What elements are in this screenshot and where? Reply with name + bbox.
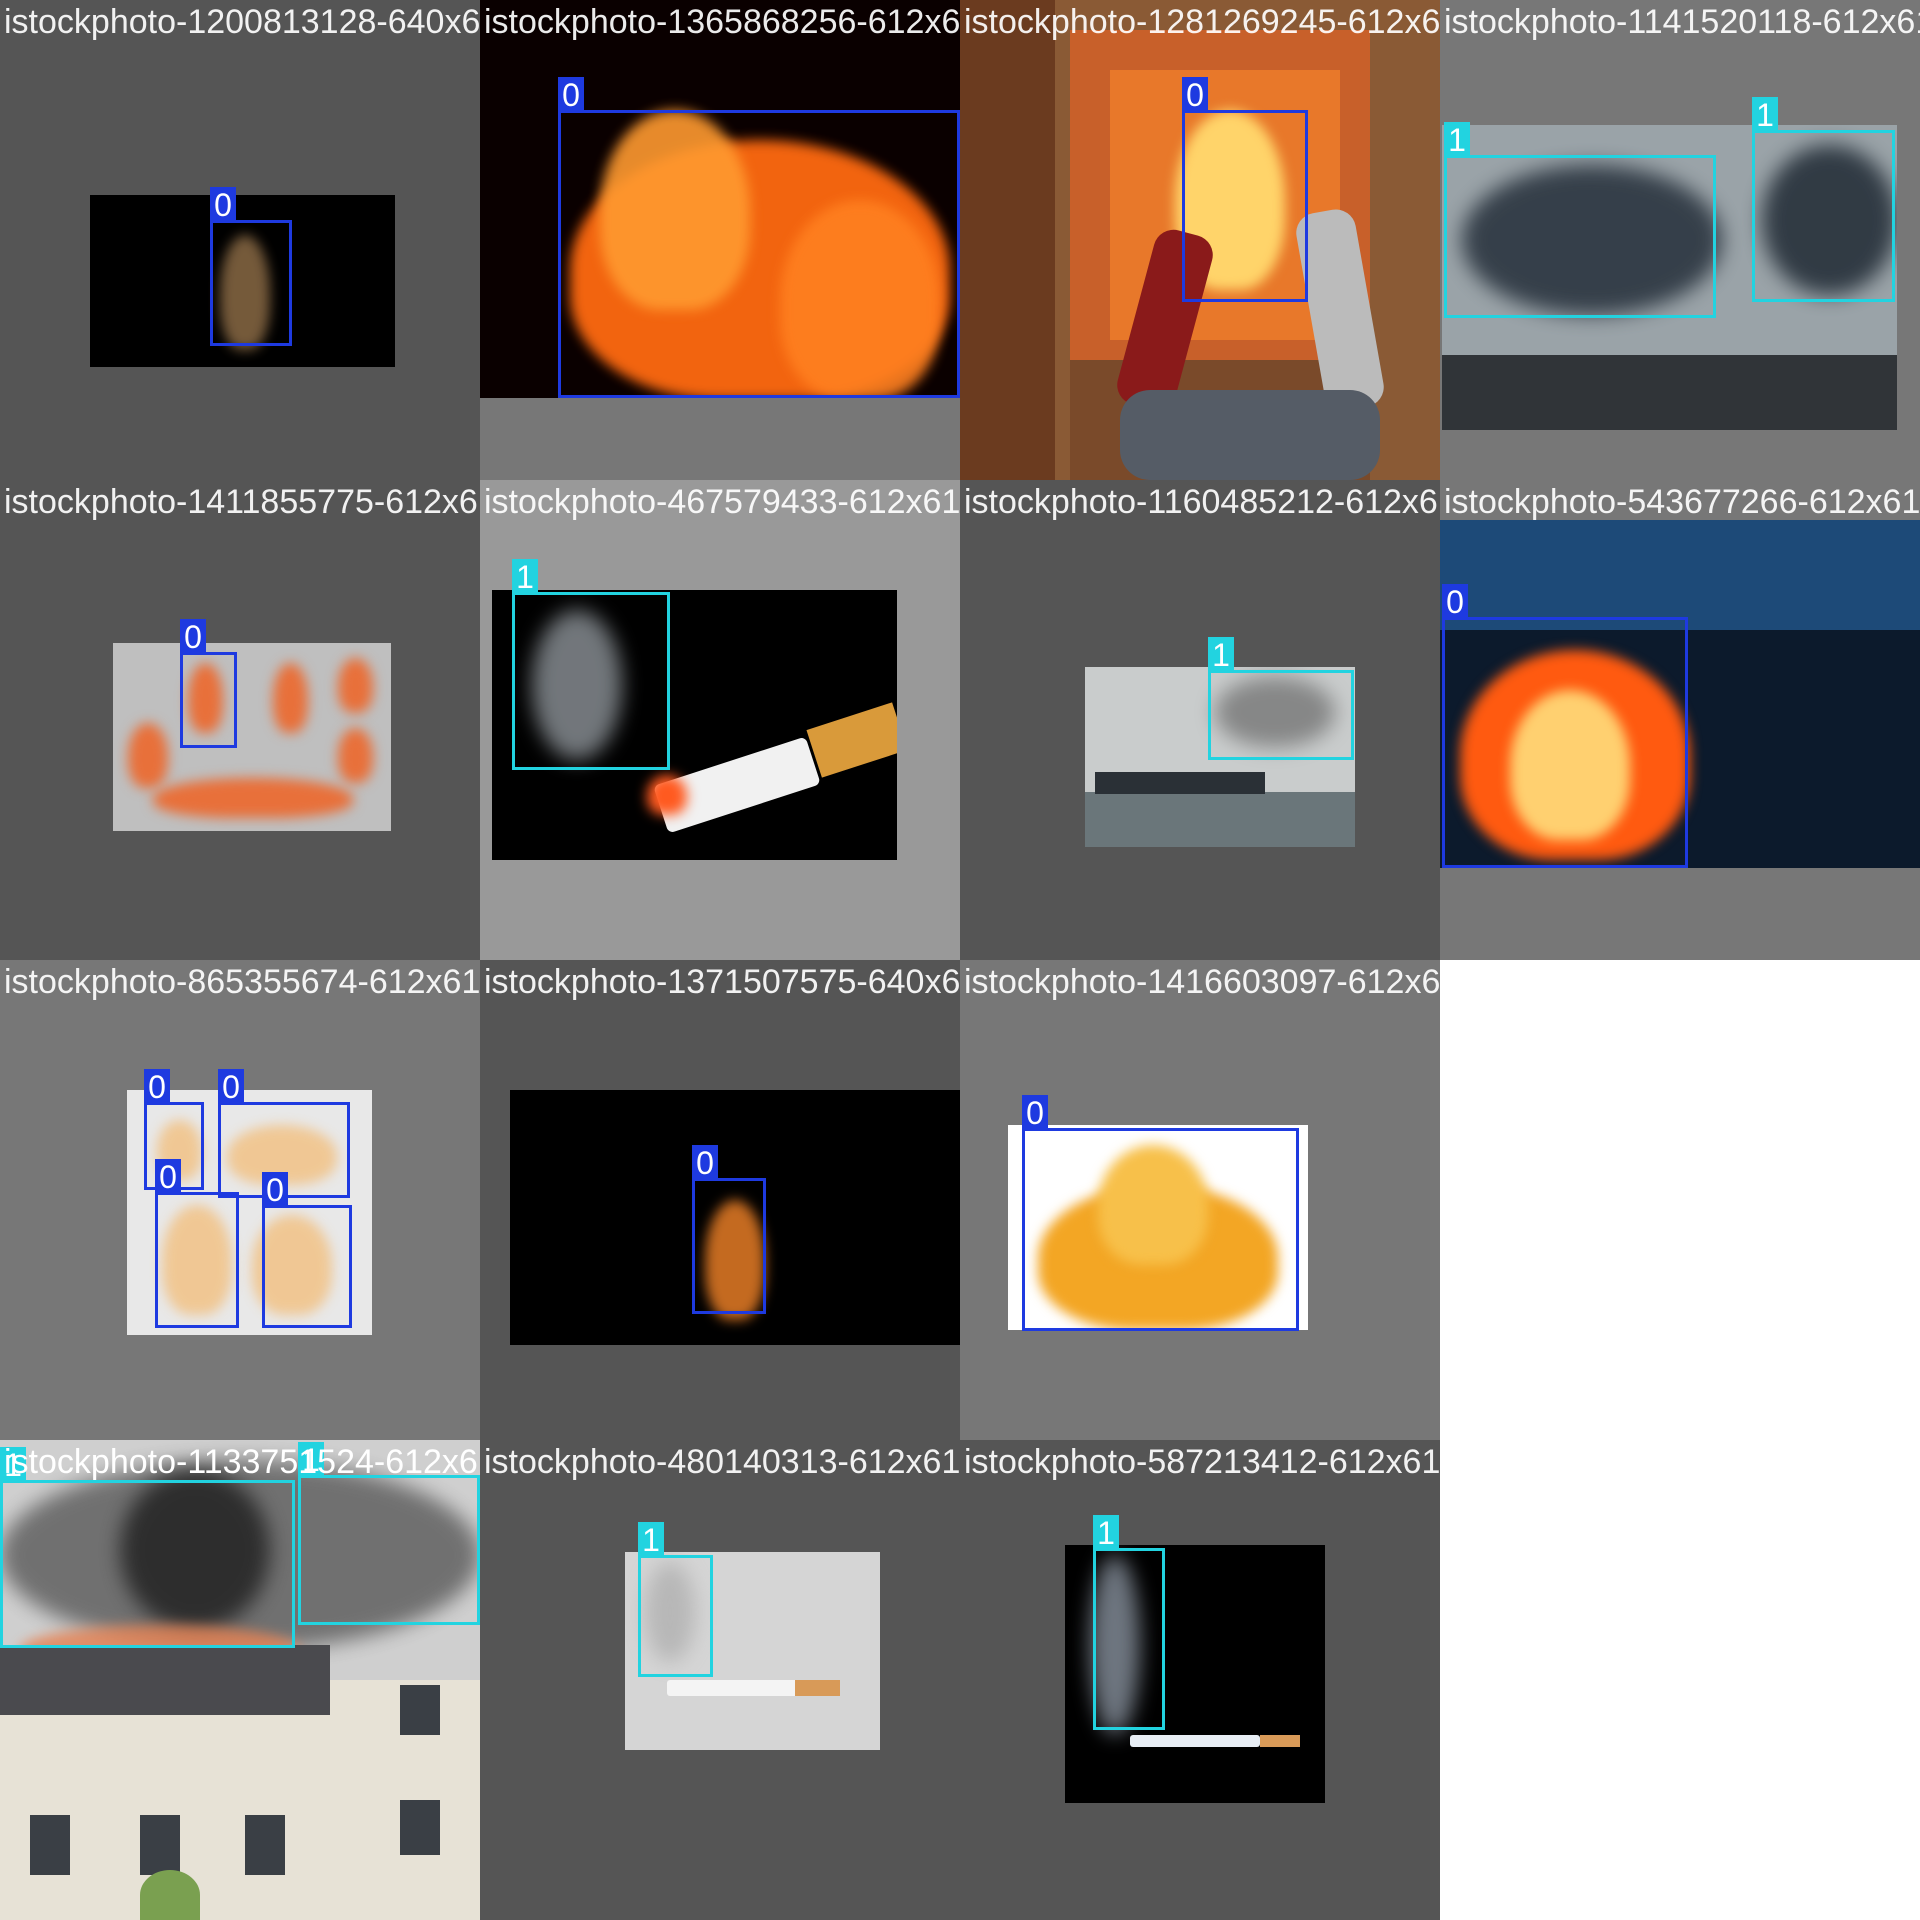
class-label: 0 [144,1069,170,1105]
class-label: 0 [180,619,206,655]
class-label: 0 [155,1159,181,1195]
class-label: 0 [218,1069,244,1105]
class-label: 0 [1182,77,1208,113]
class-label: 0 [210,187,236,223]
tile-0: 0 istockphoto-1200813128-640x640.jpg [0,0,480,480]
tile-filename: istockphoto-1416603097-612x612.jpg [964,963,1440,1001]
detection-box: 0 [1182,77,1308,302]
tile-9: 0 istockphoto-1371507575-640x640.jpg [480,960,960,1440]
detection-box: 0 [692,1145,766,1314]
detection-box: 0 [155,1159,239,1328]
class-label: 1 [1208,637,1234,673]
detection-box: 1 [1208,637,1354,760]
detection-box: 0 [558,77,960,398]
tile-11: 1 1 istockphoto-1133751524-612x612.jpg [0,1440,480,1920]
detection-box: 0 [180,619,237,748]
tile-6: 1 istockphoto-1160485212-612x612.jpg [960,480,1440,960]
tile-12: 1 istockphoto-480140313-612x612.jpg [480,1440,960,1920]
tile-filename: istockphoto-587213412-612x612.jpg [964,1443,1440,1481]
tile-1: 0 istockphoto-1365868256-612x612.jpg [480,0,960,480]
detection-box: 1 [1093,1515,1165,1730]
class-label: 0 [692,1145,718,1181]
detection-box: 1 [298,1442,480,1625]
tile-5: 1 istockphoto-467579433-612x612.jpg [480,480,960,960]
class-label: 0 [262,1172,288,1208]
detection-box: 0 [262,1172,352,1328]
tile-4: 0 istockphoto-1411855775-612x612.jpg [0,480,480,960]
detection-box: 1 [1444,122,1716,318]
tile-8: 0 0 0 0 istockphoto-865355674-612x612.jp… [0,960,480,1440]
tile-filename: istockphoto-865355674-612x612.jpg [4,963,480,1001]
detection-mosaic: 0 istockphoto-1200813128-640x640.jpg 0 i… [0,0,1920,1920]
detection-box: 1 [1752,97,1895,302]
tile-2: 0 istockphoto-1281269245-612x612.jpg [960,0,1440,480]
class-label: 1 [1093,1515,1119,1551]
class-label: 1 [1752,97,1778,133]
detection-box: 0 [1442,584,1688,868]
detection-box: 1 [512,559,670,770]
class-label: 1 [512,559,538,595]
tile-filename: istockphoto-467579433-612x612.jpg [484,483,960,521]
tile-filename: istockphoto-1365868256-612x612.jpg [484,3,960,41]
tile-10: 0 istockphoto-1416603097-612x612.jpg [960,960,1440,1440]
tile-3: 1 1 istockphoto-1141520118-612x612.jpg [1440,0,1920,480]
detection-box: 1 [638,1522,713,1677]
tile-image [113,643,391,831]
tile-filename: istockphoto-543677266-612x612.jpg [1444,483,1920,521]
class-label: 0 [1022,1095,1048,1131]
class-label: 1 [638,1522,664,1558]
class-label: 0 [1442,584,1468,620]
class-label: 1 [1444,122,1470,158]
tile-filename: istockphoto-1200813128-640x640.jpg [4,3,480,41]
tile-filename: istockphoto-1141520118-612x612.jpg [1444,3,1920,41]
tile-filename: istockphoto-1281269245-612x612.jpg [964,3,1440,41]
tile-filename: istockphoto-1133751524-612x612.jpg [4,1443,480,1481]
detection-box: 0 [210,187,292,346]
tile-filename: istockphoto-1411855775-612x612.jpg [4,483,480,521]
tile-filename: istockphoto-1160485212-612x612.jpg [964,483,1440,521]
tile-filename: istockphoto-480140313-612x612.jpg [484,1443,960,1481]
tile-13: 1 istockphoto-587213412-612x612.jpg [960,1440,1440,1920]
detection-box: 0 [1022,1095,1299,1331]
class-label: 0 [558,77,584,113]
detection-box: 1 [0,1447,295,1648]
tile-7: 0 istockphoto-543677266-612x612.jpg [1440,480,1920,960]
tile-filename: istockphoto-1371507575-640x640.jpg [484,963,960,1001]
